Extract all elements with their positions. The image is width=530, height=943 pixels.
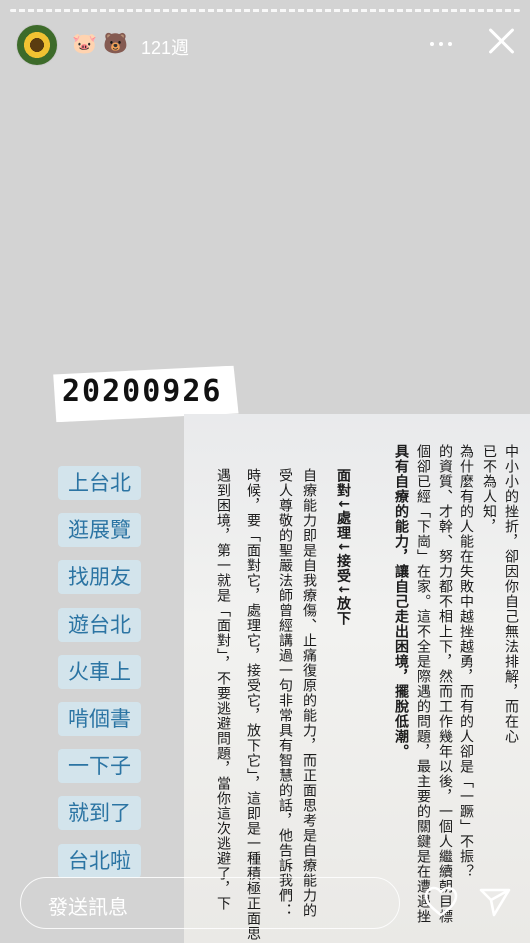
book-text-column: 為什麼有的人能在失敗中越挫越勇，而有的人卻是「一蹶」不振？: [458, 444, 474, 879]
more-options-icon[interactable]: [430, 32, 454, 54]
date-sticker: 20200926: [62, 374, 223, 409]
book-page-photo: 中小小的挫折，卻因你自己無法排解，而在心 已不為人知， 為什麼有的人能在失敗中越挫越…: [184, 414, 530, 943]
heart-icon[interactable]: [424, 886, 458, 918]
sticker-item: 台北啦: [58, 843, 141, 878]
book-text-column: 已不為人知，: [481, 444, 497, 534]
send-icon[interactable]: [478, 886, 512, 918]
bear-emoji-icon[interactable]: 🐻: [103, 32, 128, 54]
book-text-column: 受人尊敬的聖嚴法師曾經講過一句非常具有智慧的話，他告訴我們：: [277, 468, 293, 918]
sticker-item: 就到了: [58, 796, 141, 831]
sticker-item: 逛展覽: [58, 513, 141, 548]
book-text-column: 自療能力即是自我療傷、止痛復原的能力，而正面思考是自療能力的: [301, 468, 317, 918]
sticker-item: 啃個書: [58, 702, 141, 736]
book-text-column: 個卻已經「下崗」在家。這不全是際遇的問題，最主要的關鍵是在遭遇挫: [415, 444, 431, 924]
story-progress-bar: [10, 9, 520, 12]
sticker-item: 找朋友: [58, 560, 141, 595]
book-text-column: 中小小的挫折，卻因你自己無法排解，而在心: [503, 444, 519, 744]
book-text-column: 時候，要「面對它，處理它，接受它，放下它」，這即是一種積極正面思: [245, 468, 261, 941]
book-text-column: 面對↓處理↓接受↓放下: [335, 468, 351, 627]
sticker-item: 火車上: [58, 654, 141, 689]
story-timestamp: 121週: [141, 38, 190, 58]
pig-emoji-icon[interactable]: 🐷: [72, 32, 97, 54]
close-icon[interactable]: [486, 26, 516, 56]
message-placeholder: 發送訊息: [48, 895, 128, 919]
sticker-item: 遊台北: [58, 607, 141, 642]
book-text-column: 的資質、才幹、努力都不相上下，然而工作幾年以後，一個人繼續朝目標: [437, 444, 453, 924]
sticker-item: 上台北: [58, 466, 141, 500]
book-text-column: 遇到困境，第一就是「面對」，不要逃避問題，當你這次逃避了，下: [215, 468, 231, 911]
message-input[interactable]: 發送訊息: [20, 877, 400, 929]
profile-avatar[interactable]: [16, 24, 58, 66]
book-text-column: 具有自療的能力，讓自己走出困境，擺脫低潮。: [393, 444, 409, 759]
story-header: 🐷 🐻 121週: [14, 22, 516, 66]
sticker-item: 一下子: [58, 749, 141, 784]
